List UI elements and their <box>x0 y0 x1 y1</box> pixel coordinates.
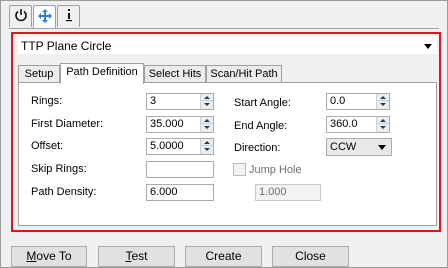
rings-spin-buttons[interactable] <box>200 94 213 109</box>
rings-label: Rings: <box>31 95 63 107</box>
spin-up-icon[interactable] <box>201 139 213 146</box>
skip-rings-label: Skip Rings: <box>31 163 87 175</box>
spin-down-icon[interactable] <box>377 124 389 131</box>
spin-up-icon[interactable] <box>377 117 389 124</box>
tab-setup[interactable]: Setup <box>18 65 60 83</box>
jump-hole-label: Jump Hole <box>249 164 302 176</box>
skip-rings-input[interactable] <box>146 161 214 178</box>
spin-up-icon[interactable] <box>201 94 213 101</box>
spin-down-icon[interactable] <box>377 101 389 108</box>
move-tab[interactable] <box>33 5 56 29</box>
move-arrows-icon <box>37 9 52 26</box>
info-tab[interactable] <box>57 5 80 27</box>
end-angle-value: 360.0 <box>330 118 358 130</box>
end-angle-spin-buttons[interactable] <box>376 117 389 132</box>
start-angle-spinbox[interactable]: 0.0 <box>326 93 390 110</box>
chevron-down-icon <box>424 44 432 49</box>
first-diameter-value: 35.000 <box>150 118 184 130</box>
jump-hole-input: 1.000 <box>255 184 321 201</box>
feature-type-value: TTP Plane Circle <box>21 39 112 53</box>
offset-value: 5.0000 <box>150 140 184 152</box>
spin-up-icon[interactable] <box>201 117 213 124</box>
move-to-mnemonic: M <box>26 249 37 263</box>
close-button[interactable]: Close <box>272 246 349 267</box>
start-angle-label: Start Angle: <box>234 97 291 109</box>
direction-label: Direction: <box>234 142 281 154</box>
power-icon <box>14 8 28 25</box>
dialog-window: TTP Plane Circle Setup Path Definition S… <box>0 0 448 268</box>
move-to-label: ove To <box>36 249 72 263</box>
first-diameter-spinbox[interactable]: 35.000 <box>146 116 214 133</box>
tab-scan-hit-path[interactable]: Scan/Hit Path <box>206 65 282 83</box>
spin-down-icon[interactable] <box>201 124 213 131</box>
tab-select-hits[interactable]: Select Hits <box>144 65 206 83</box>
start-angle-value: 0.0 <box>330 95 346 107</box>
jump-hole-checkbox[interactable] <box>233 163 246 176</box>
chevron-down-icon <box>378 145 386 150</box>
path-density-input[interactable]: 6.000 <box>146 184 214 201</box>
direction-select[interactable]: CCW <box>326 138 392 156</box>
test-label: est <box>131 249 148 263</box>
feature-type-dropdown[interactable]: TTP Plane Circle <box>18 36 437 54</box>
offset-spinbox[interactable]: 5.0000 <box>146 138 214 155</box>
rings-value: 3 <box>150 95 157 107</box>
direction-value: CCW <box>330 141 357 153</box>
first-diameter-label: First Diameter: <box>31 118 104 130</box>
start-angle-spin-buttons[interactable] <box>376 94 389 109</box>
first-diameter-spin-buttons[interactable] <box>200 117 213 132</box>
icon-tab-divider <box>9 28 439 29</box>
spin-down-icon[interactable] <box>201 146 213 153</box>
test-button[interactable]: Test <box>98 246 175 267</box>
info-icon <box>62 8 76 25</box>
power-tab[interactable] <box>9 5 32 27</box>
path-density-label: Path Density: <box>31 186 97 198</box>
end-angle-label: End Angle: <box>234 120 288 132</box>
create-button[interactable]: Create <box>185 246 262 267</box>
rings-spinbox[interactable]: 3 <box>146 93 214 110</box>
spin-down-icon[interactable] <box>201 101 213 108</box>
end-angle-spinbox[interactable]: 360.0 <box>326 116 390 133</box>
offset-label: Offset: <box>31 140 64 152</box>
spin-up-icon[interactable] <box>377 94 389 101</box>
move-to-button[interactable]: Move To <box>11 246 87 267</box>
tab-path-definition[interactable]: Path Definition <box>60 63 144 84</box>
icon-tab-strip <box>9 5 81 29</box>
offset-spin-buttons[interactable] <box>200 139 213 154</box>
